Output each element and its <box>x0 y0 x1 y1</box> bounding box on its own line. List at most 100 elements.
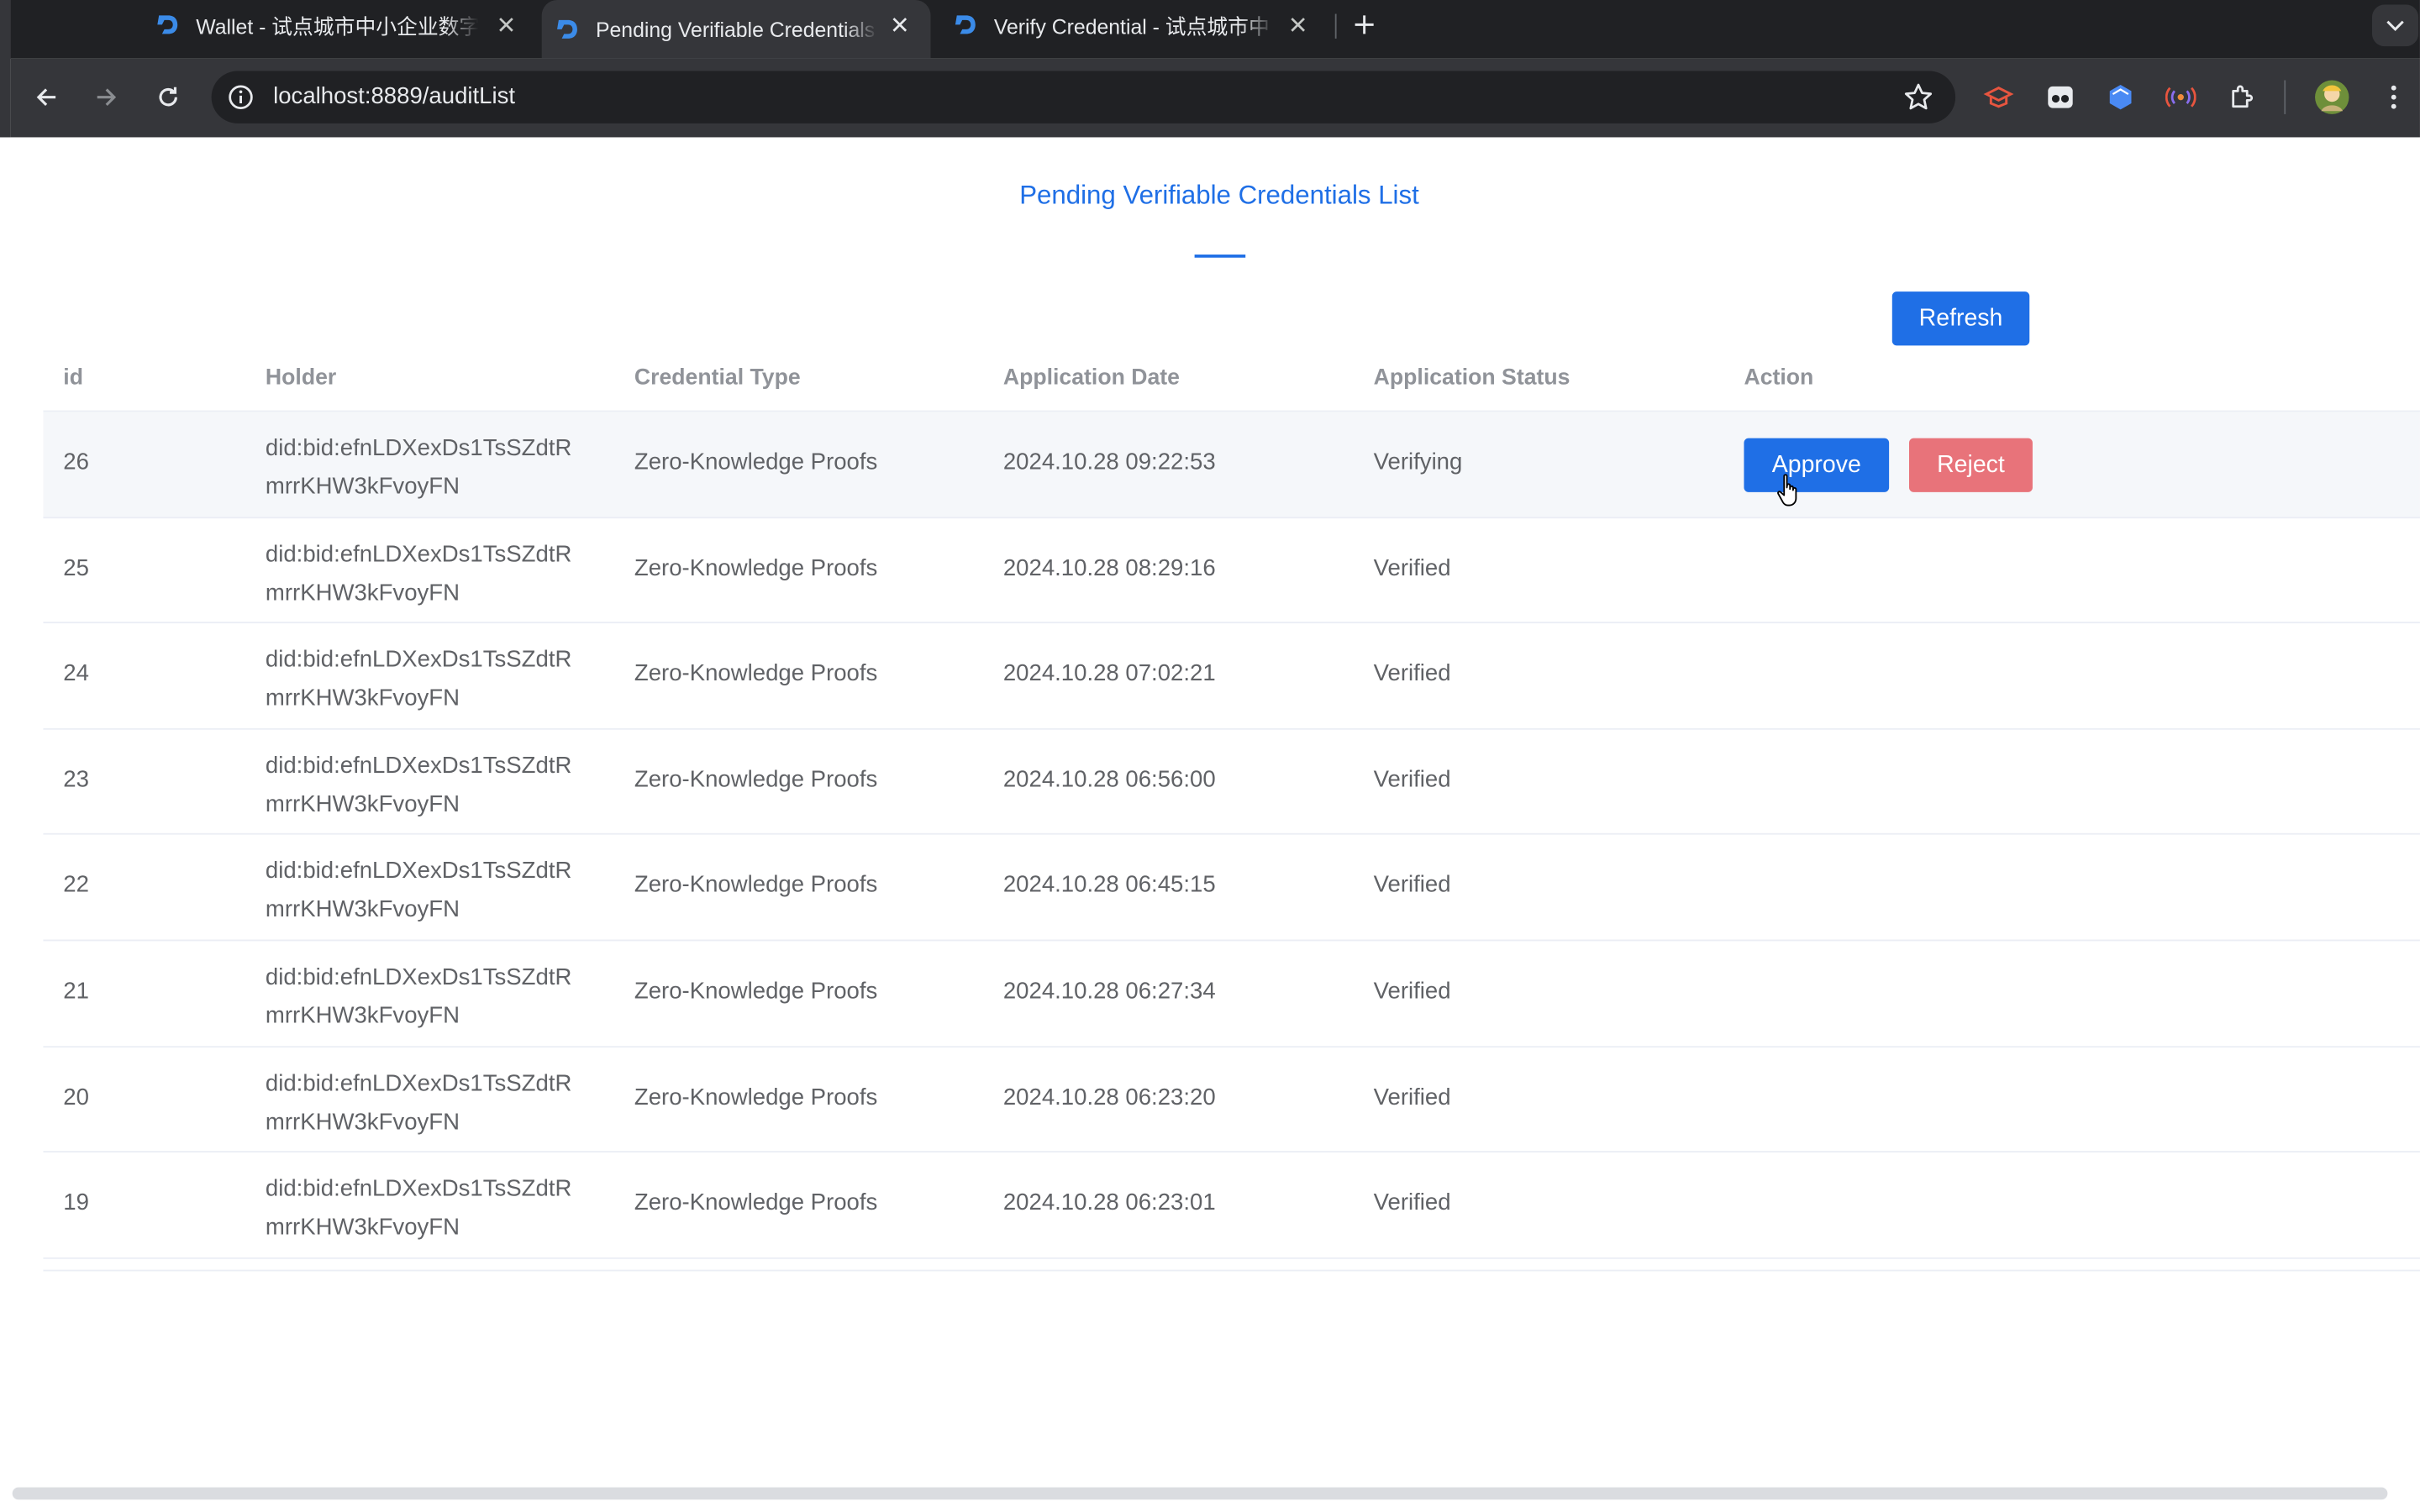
cell-id: 22 <box>63 872 89 899</box>
table-row[interactable]: 20 did:bid:efnLDXexDs1TsSZdtR mrrKHW3kFvo… <box>43 1047 2420 1153</box>
cell-holder: did:bid:efnLDXexDs1TsSZdtR mrrKHW3kFvoyFN <box>266 535 605 612</box>
tab-title: Wallet - 试点城市中小企业数字 <box>196 15 479 39</box>
app-favicon-icon <box>955 15 976 34</box>
cell-holder: did:bid:efnLDXexDs1TsSZdtR mrrKHW3kFvoyFN <box>266 1170 605 1247</box>
column-header-application-status[interactable]: Application Status <box>1374 365 1570 390</box>
new-tab-button[interactable] <box>1346 6 1383 43</box>
address-bar[interactable]: localhost:8889/auditList <box>211 71 1956 123</box>
table-row[interactable]: 21 did:bid:efnLDXexDs1TsSZdtR mrrKHW3kFvo… <box>43 941 2420 1047</box>
tab-verify-credential[interactable]: Verify Credential - 试点城市中 <box>943 0 1328 50</box>
app-favicon-icon <box>157 15 178 34</box>
table-footer-line <box>43 1258 2420 1271</box>
cell-id: 19 <box>63 1189 89 1216</box>
cell-application-status: Verified <box>1373 872 1451 899</box>
cell-id: 20 <box>63 1084 89 1110</box>
close-icon[interactable] <box>1282 9 1313 40</box>
cell-holder: did:bid:efnLDXexDs1TsSZdtR mrrKHW3kFvoyFN <box>266 853 605 930</box>
holder-line: did:bid:efnLDXexDs1TsSZdtR <box>265 434 572 462</box>
cell-holder: did:bid:efnLDXexDs1TsSZdtR mrrKHW3kFvoyFN <box>266 1064 605 1142</box>
close-icon[interactable] <box>884 9 915 40</box>
holder-line: did:bid:efnLDXexDs1TsSZdtR <box>265 963 572 991</box>
table-row[interactable]: 23 did:bid:efnLDXexDs1TsSZdtR mrrKHW3kFvo… <box>43 729 2420 836</box>
cell-application-date: 2024.10.28 06:45:15 <box>1002 872 1216 899</box>
close-icon[interactable] <box>491 9 522 40</box>
table-header: id Holder Credential Type Application Da… <box>43 354 2420 412</box>
column-header-credential-type[interactable]: Credential Type <box>634 365 801 390</box>
cell-application-date: 2024.10.28 06:27:34 <box>1002 978 1216 1005</box>
cursor-icon <box>1777 474 1797 507</box>
avatar[interactable] <box>2313 79 2350 116</box>
cell-holder: did:bid:efnLDXexDs1TsSZdtR mrrKHW3kFvoyFN <box>266 641 605 718</box>
tab-wallet[interactable]: Wallet - 试点城市中小企业数字 <box>142 0 537 50</box>
cell-application-status: Verified <box>1373 1189 1451 1216</box>
info-icon[interactable] <box>227 83 255 111</box>
tab-bar: Wallet - 试点城市中小企业数字 Pending Verifiable C… <box>0 0 2420 59</box>
extension-icon[interactable] <box>2102 79 2139 116</box>
cell-application-status: Verified <box>1373 978 1451 1005</box>
back-icon <box>36 88 56 106</box>
title-underline <box>1194 255 1246 258</box>
cell-application-date: 2024.10.28 06:56:00 <box>1002 766 1216 793</box>
credentials-table: id Holder Credential Type Application Da… <box>43 354 2420 1271</box>
holder-line: did:bid:efnLDXexDs1TsSZdtR <box>265 646 572 674</box>
approve-button[interactable]: Approve <box>1744 438 1890 492</box>
cell-application-status: Verified <box>1373 1084 1451 1110</box>
extension-icon[interactable] <box>2042 79 2079 116</box>
cell-application-status: Verifying <box>1373 449 1463 475</box>
browser-menu-button[interactable] <box>2375 79 2412 116</box>
browser-toolbar: localhost:8889/auditList <box>10 58 2420 138</box>
cell-application-date: 2024.10.28 08:29:16 <box>1002 554 1216 581</box>
table-row[interactable]: 26 did:bid:efnLDXexDs1TsSZdtR mrrKHW3kFvo… <box>43 412 2420 518</box>
cell-credential-type: Zero-Knowledge Proofs <box>634 554 878 581</box>
cell-application-date: 2024.10.28 06:23:01 <box>1002 1189 1216 1216</box>
tab-search-button[interactable] <box>2372 4 2419 47</box>
table-row[interactable]: 19 did:bid:efnLDXexDs1TsSZdtR mrrKHW3kFvo… <box>43 1152 2420 1259</box>
extension-icon[interactable] <box>2162 79 2199 116</box>
holder-line: mrrKHW3kFvoyFN <box>265 790 460 818</box>
window-edge <box>0 0 11 138</box>
table-row[interactable]: 25 did:bid:efnLDXexDs1TsSZdtR mrrKHW3kFvo… <box>43 517 2420 624</box>
cell-id: 23 <box>63 766 89 793</box>
chevron-down-icon <box>2386 19 2404 31</box>
cell-application-date: 2024.10.28 09:22:53 <box>1002 449 1216 475</box>
column-header-application-date[interactable]: Application Date <box>1003 365 1180 390</box>
puzzle-icon[interactable] <box>2224 79 2261 116</box>
holder-line: did:bid:efnLDXexDs1TsSZdtR <box>265 858 572 885</box>
cell-holder: did:bid:efnLDXexDs1TsSZdtR mrrKHW3kFvoyFN <box>266 747 605 824</box>
cell-holder: did:bid:efnLDXexDs1TsSZdtR mrrKHW3kFvoyFN <box>266 429 605 507</box>
cell-id: 26 <box>63 449 89 475</box>
star-icon[interactable] <box>1903 81 1934 113</box>
tab-title: Pending Verifiable Credentials <box>595 18 876 41</box>
column-header-action: Action <box>1744 365 1814 391</box>
holder-line: mrrKHW3kFvoyFN <box>265 896 460 924</box>
cell-credential-type: Zero-Knowledge Proofs <box>634 1084 878 1110</box>
column-header-id[interactable]: id <box>63 365 83 390</box>
back-button[interactable] <box>29 81 63 114</box>
kebab-menu-icon <box>2391 85 2396 109</box>
holder-line: mrrKHW3kFvoyFN <box>265 1002 460 1030</box>
cell-credential-type: Zero-Knowledge Proofs <box>634 1189 878 1216</box>
url-text[interactable]: localhost:8889/auditList <box>273 83 515 109</box>
tab-divider <box>1334 13 1337 39</box>
horizontal-scrollbar[interactable] <box>12 1487 2388 1500</box>
holder-line: did:bid:efnLDXexDs1TsSZdtR <box>265 752 572 780</box>
cell-application-date: 2024.10.28 06:23:20 <box>1002 1084 1216 1110</box>
column-header-holder[interactable]: Holder <box>266 365 336 390</box>
extension-icon[interactable] <box>1980 79 2017 116</box>
refresh-button[interactable]: Refresh <box>1891 291 2030 346</box>
reject-button[interactable]: Reject <box>1908 438 2033 492</box>
tab-pending-credentials[interactable]: Pending Verifiable Credentials <box>541 0 931 59</box>
cell-id: 21 <box>63 978 89 1005</box>
cell-application-status: Verified <box>1373 766 1451 793</box>
cell-application-status: Verified <box>1373 660 1451 687</box>
cell-id: 25 <box>63 554 89 581</box>
cell-credential-type: Zero-Knowledge Proofs <box>634 872 878 899</box>
forward-button[interactable] <box>90 81 124 114</box>
table-row[interactable]: 22 did:bid:efnLDXexDs1TsSZdtR mrrKHW3kFvo… <box>43 835 2420 942</box>
holder-line: did:bid:efnLDXexDs1TsSZdtR <box>265 1175 572 1203</box>
cell-application-status: Verified <box>1373 554 1451 581</box>
cell-application-date: 2024.10.28 07:02:21 <box>1002 660 1216 687</box>
cell-credential-type: Zero-Knowledge Proofs <box>634 660 878 687</box>
reload-button[interactable] <box>151 81 185 114</box>
table-row[interactable]: 24 did:bid:efnLDXexDs1TsSZdtR mrrKHW3kFvo… <box>43 623 2420 730</box>
